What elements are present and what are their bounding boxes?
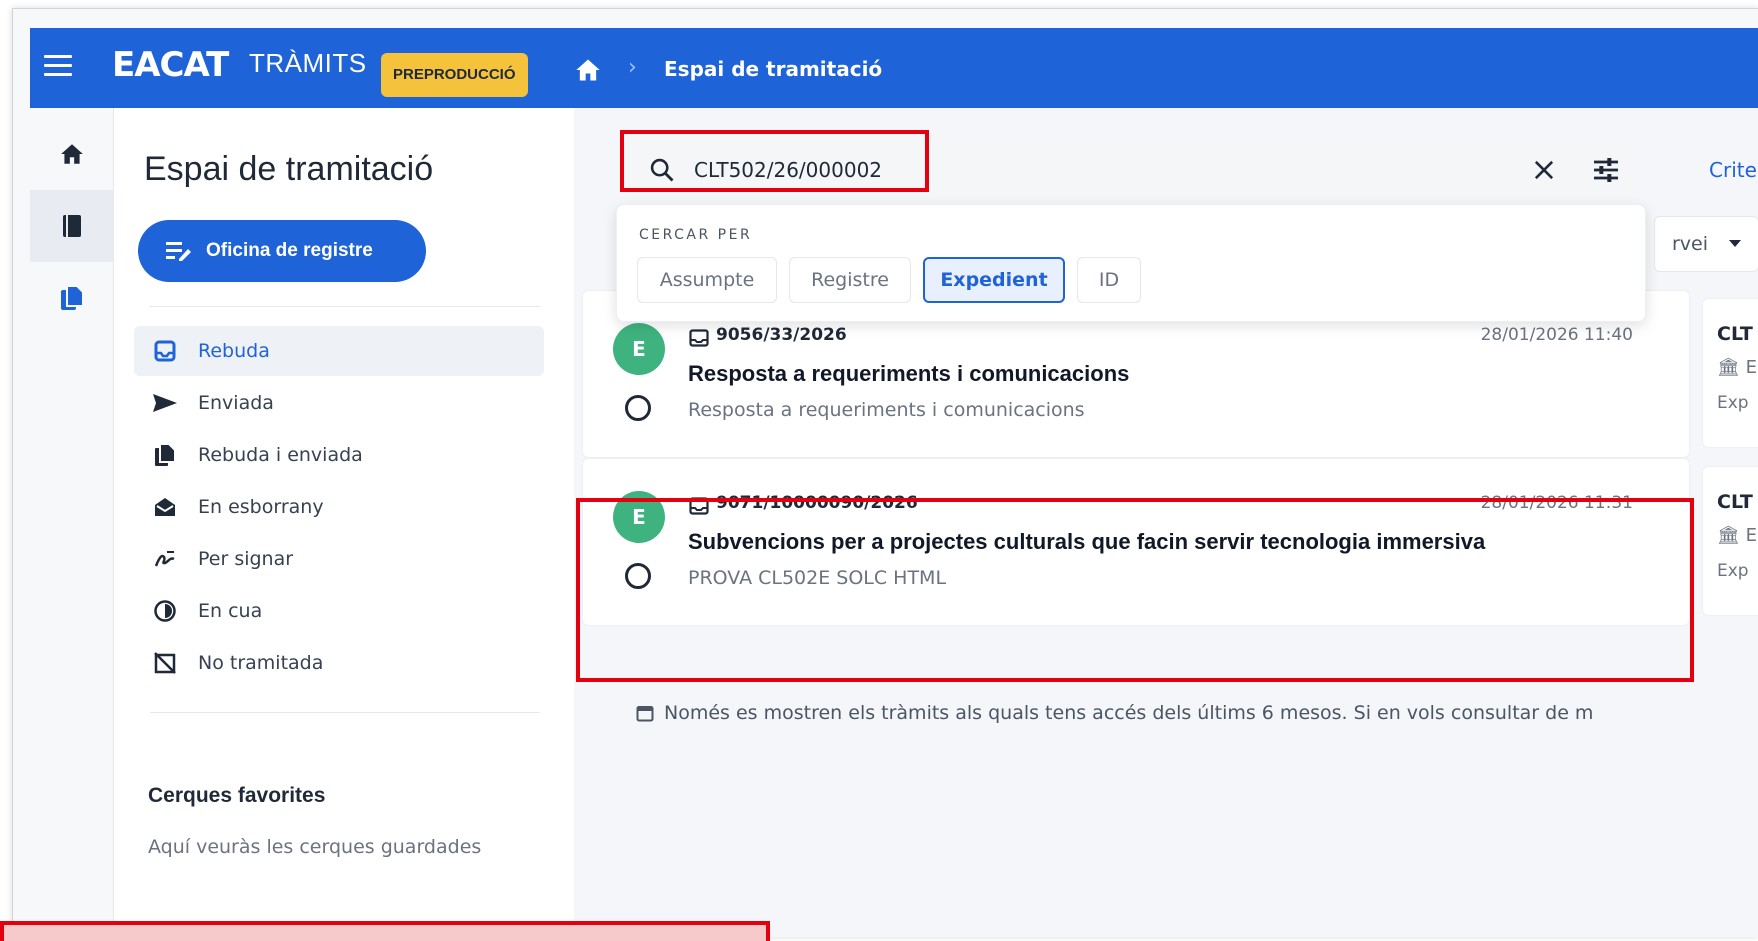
main-content: Crite rvei E 9056/33/2026 28/01/2026 11:…	[574, 108, 1758, 937]
copy-icon	[152, 442, 178, 468]
signature-icon	[152, 546, 178, 572]
side-entity: 🏛 E	[1717, 357, 1757, 378]
card-date: 28/01/2026 11:31	[1480, 493, 1633, 513]
office-registry-label: Oficina de registre	[206, 240, 373, 261]
office-registry-button[interactable]: Oficina de registre	[138, 220, 426, 282]
card-title: Resposta a requeriments i comunicacions	[688, 361, 1130, 386]
sidebar-item-label: Enviada	[198, 392, 274, 414]
inbox-icon	[152, 338, 178, 364]
chip-registre[interactable]: Registre	[789, 257, 911, 303]
divider	[150, 306, 540, 307]
rail-book[interactable]	[30, 190, 114, 262]
annotation-highlight-bottom	[0, 921, 770, 941]
sidebar-item-no-tramitada[interactable]: No tramitada	[134, 638, 544, 688]
home-icon	[61, 144, 83, 164]
card-subtitle: PROVA CL502E SOLC HTML	[688, 567, 947, 589]
select-radio[interactable]	[625, 395, 651, 421]
registry-number: 9071/10000090/2026	[716, 493, 918, 513]
card-subtitle: Resposta a requeriments i comunicacions	[688, 399, 1085, 421]
breadcrumb-separator-icon: ›	[628, 55, 637, 80]
page-title: Espai de tramitació	[144, 150, 434, 188]
app-logo-subtitle: TRÀMITS	[249, 48, 367, 78]
search-bar	[622, 134, 1638, 206]
search-input[interactable]	[694, 152, 1214, 188]
sidebar-item-label: No tramitada	[198, 652, 324, 674]
sidebar-item-label: Rebuda	[198, 340, 270, 362]
inbox-icon	[689, 329, 709, 347]
info-note: Només es mostren els tràmits als quals t…	[636, 702, 1593, 724]
book-icon	[63, 215, 81, 237]
queue-clock-icon	[152, 598, 178, 624]
result-card[interactable]: E 9071/10000090/2026 28/01/2026 11:31 Su…	[582, 458, 1690, 626]
sidebar-item-rebuda[interactable]: Rebuda	[134, 326, 544, 376]
app-logo[interactable]: EACAT	[112, 45, 229, 85]
icon-rail	[30, 108, 114, 937]
side-expedient: Exp	[1717, 561, 1749, 581]
inbox-icon	[689, 497, 709, 515]
chevron-down-icon	[1729, 240, 1741, 247]
side-entity: 🏛 E	[1717, 525, 1757, 546]
search-by-label: CERCAR PER	[639, 227, 753, 243]
rail-documents[interactable]	[30, 262, 114, 334]
avatar: E	[613, 323, 665, 375]
divider	[150, 712, 540, 713]
chip-id[interactable]: ID	[1077, 257, 1141, 303]
sidebar-item-label: En cua	[198, 600, 263, 622]
side-expedient: Exp	[1717, 393, 1749, 413]
sidebar-item-enviada[interactable]: Enviada	[134, 378, 544, 428]
not-processed-icon	[152, 650, 178, 676]
send-icon	[152, 390, 178, 416]
search-icon	[650, 158, 674, 182]
calendar-icon	[636, 706, 654, 722]
select-radio[interactable]	[625, 563, 651, 589]
card-title: Subvencions per a projectes culturals qu…	[688, 529, 1486, 554]
sidebar-item-per-signar[interactable]: Per signar	[134, 534, 544, 584]
home-icon[interactable]	[573, 56, 603, 84]
documents-icon	[61, 285, 84, 310]
info-note-text: Només es mostren els tràmits als quals t…	[664, 702, 1594, 724]
avatar: E	[613, 491, 665, 543]
sidebar: Espai de tramitació Oficina de registre …	[114, 108, 574, 937]
result-side-card[interactable]: CLT 🏛 E Exp	[1702, 298, 1758, 448]
environment-badge: PREPRODUCCIÓ	[381, 53, 528, 97]
registry-number: 9056/33/2026	[716, 325, 847, 345]
rail-home[interactable]	[30, 118, 114, 190]
service-select-value: rvei	[1671, 233, 1708, 255]
draft-mail-icon	[152, 494, 178, 520]
criteria-link[interactable]: Crite	[1709, 158, 1757, 182]
sidebar-item-en-esborrany[interactable]: En esborrany	[134, 482, 544, 532]
result-side-card[interactable]: CLT 🏛 E Exp	[1702, 466, 1758, 616]
side-code: CLT	[1717, 323, 1753, 345]
sidebar-item-label: En esborrany	[198, 496, 324, 518]
sidebar-item-label: Per signar	[198, 548, 294, 570]
breadcrumb-current: Espai de tramitació	[664, 57, 883, 81]
search-by-dropdown: CERCAR PER Assumpte Registre Expedient I…	[616, 204, 1646, 322]
side-code: CLT	[1717, 491, 1753, 513]
sidebar-item-en-cua[interactable]: En cua	[134, 586, 544, 636]
favorites-empty-text: Aquí veuràs les cerques guardades	[148, 836, 482, 858]
favorites-title: Cerques favorites	[148, 784, 326, 807]
chip-assumpte[interactable]: Assumpte	[637, 257, 777, 303]
menu-icon[interactable]	[44, 55, 72, 77]
service-select[interactable]: rvei	[1654, 216, 1758, 272]
app-window: EACAT TRÀMITS PREPRODUCCIÓ › Espai de tr…	[12, 8, 1758, 937]
sidebar-item-rebuda-i-enviada[interactable]: Rebuda i enviada	[134, 430, 544, 480]
filter-sliders-icon[interactable]	[1590, 154, 1622, 186]
chip-expedient[interactable]: Expedient	[923, 257, 1065, 303]
edit-list-icon	[166, 242, 191, 261]
top-bar: EACAT TRÀMITS PREPRODUCCIÓ › Espai de tr…	[30, 28, 1758, 108]
sidebar-item-label: Rebuda i enviada	[198, 444, 363, 466]
close-icon[interactable]	[1530, 156, 1558, 184]
card-date: 28/01/2026 11:40	[1480, 325, 1633, 345]
